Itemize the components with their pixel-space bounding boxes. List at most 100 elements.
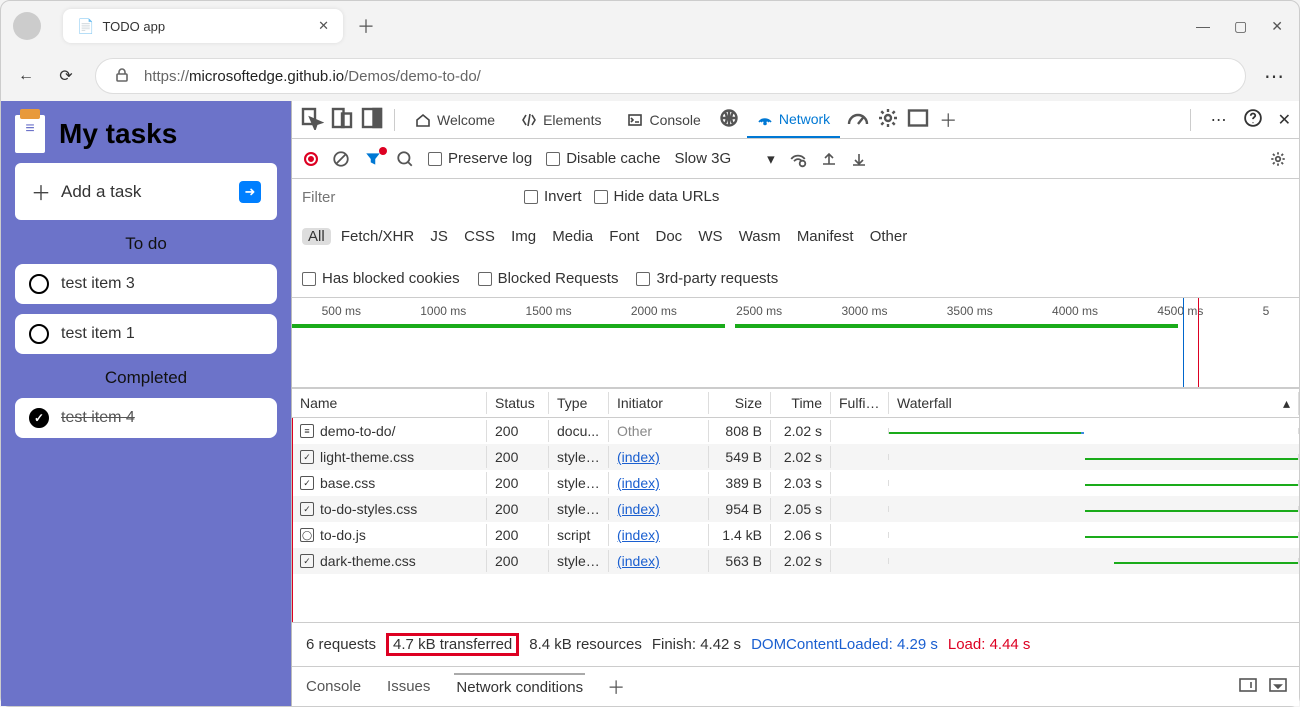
filter-type-fetchxhr[interactable]: Fetch/XHR xyxy=(335,228,420,245)
finish-time: Finish: 4.42 s xyxy=(652,636,741,653)
wifi-settings-icon[interactable] xyxy=(789,150,807,168)
clear-button[interactable] xyxy=(332,150,350,168)
url-text: https://microsoftedge.github.io/Demos/de… xyxy=(144,68,481,85)
file-type-icon: ◯ xyxy=(300,528,314,542)
preserve-log-checkbox[interactable]: Preserve log xyxy=(428,150,532,167)
tab-network[interactable]: Network xyxy=(747,101,840,138)
browser-menu-button[interactable]: ⋯ xyxy=(1264,64,1285,89)
filter-type-css[interactable]: CSS xyxy=(458,228,501,245)
address-bar[interactable]: https://microsoftedge.github.io/Demos/de… xyxy=(95,58,1246,94)
drawer-tab-network-conditions[interactable]: Network conditions xyxy=(454,673,585,700)
submit-task-button[interactable]: ➜ xyxy=(239,181,261,203)
application-gear-icon[interactable] xyxy=(876,106,900,133)
filter-type-img[interactable]: Img xyxy=(505,228,542,245)
close-devtools-icon[interactable]: ✕ xyxy=(1278,110,1291,130)
filter-type-font[interactable]: Font xyxy=(603,228,645,245)
profile-avatar[interactable] xyxy=(13,12,41,40)
add-task-input[interactable]: ＋ Add a task ➜ xyxy=(15,163,277,220)
grid-header[interactable]: Name Status Type Initiator Size Time Ful… xyxy=(292,388,1299,418)
search-icon[interactable] xyxy=(396,150,414,168)
filter-type-js[interactable]: JS xyxy=(424,228,454,245)
more-tabs-icon[interactable] xyxy=(906,106,930,133)
device-toggle-icon[interactable] xyxy=(330,106,354,133)
add-task-placeholder: Add a task xyxy=(61,182,141,202)
network-summary: 6 requests 4.7 kB transferred 8.4 kB res… xyxy=(292,622,1299,666)
request-row[interactable]: ✓base.css200styles...(index)389 B2.03 s xyxy=(292,470,1299,496)
drawer-tab-issues[interactable]: Issues xyxy=(385,674,432,699)
page-icon: 📄 xyxy=(77,18,94,35)
network-settings-icon[interactable] xyxy=(1269,150,1287,168)
hide-data-urls-checkbox[interactable]: Hide data URLs xyxy=(594,183,720,211)
initiator-link: Other xyxy=(617,423,652,439)
filter-type-doc[interactable]: Doc xyxy=(649,228,688,245)
devtools-menu-button[interactable]: ⋯ xyxy=(1211,110,1228,130)
filter-input[interactable] xyxy=(302,189,512,206)
sources-icon[interactable] xyxy=(717,106,741,133)
close-icon[interactable]: ✕ xyxy=(1271,18,1283,35)
tab-welcome[interactable]: Welcome xyxy=(405,101,505,138)
filter-type-all[interactable]: All xyxy=(302,228,331,245)
drawer-tab-console[interactable]: Console xyxy=(304,674,363,699)
filter-type-media[interactable]: Media xyxy=(546,228,599,245)
todo-section-label: To do xyxy=(15,234,277,254)
drawer-expand-icon[interactable] xyxy=(1239,678,1257,696)
checkbox-checked-icon[interactable] xyxy=(29,408,49,428)
add-tab-icon[interactable]: ＋ xyxy=(936,107,960,133)
download-har-icon[interactable] xyxy=(851,151,867,167)
initiator-link[interactable]: (index) xyxy=(617,475,660,491)
minimize-icon[interactable]: — xyxy=(1196,18,1210,35)
dock-icon[interactable] xyxy=(360,106,384,133)
add-drawer-tab-icon[interactable]: ＋ xyxy=(607,674,625,700)
close-tab-icon[interactable]: ✕ xyxy=(318,18,329,34)
request-row[interactable]: ✓light-theme.css200styles...(index)549 B… xyxy=(292,444,1299,470)
third-party-checkbox[interactable]: 3rd-party requests xyxy=(636,265,778,293)
request-row[interactable]: ✓to-do-styles.css200styles...(index)954 … xyxy=(292,496,1299,522)
disable-cache-checkbox[interactable]: Disable cache xyxy=(546,150,660,167)
network-timeline[interactable]: 500 ms1000 ms1500 ms2000 ms2500 ms3000 m… xyxy=(292,298,1299,388)
window-controls: — ▢ ✕ xyxy=(1196,18,1291,35)
inspect-icon[interactable] xyxy=(300,106,324,133)
file-type-icon: ≡ xyxy=(300,424,314,438)
tab-console[interactable]: Console xyxy=(617,101,710,138)
upload-har-icon[interactable] xyxy=(821,151,837,167)
initiator-link[interactable]: (index) xyxy=(617,527,660,543)
performance-icon[interactable] xyxy=(846,106,870,133)
initiator-link[interactable]: (index) xyxy=(617,501,660,517)
tab-elements[interactable]: Elements xyxy=(511,101,611,138)
invert-checkbox[interactable]: Invert xyxy=(524,183,582,211)
drawer-dock-icon[interactable] xyxy=(1269,678,1287,696)
task-item[interactable]: test item 1 xyxy=(15,314,277,354)
task-item[interactable]: test item 3 xyxy=(15,264,277,304)
completed-section-label: Completed xyxy=(15,368,277,388)
task-item-completed[interactable]: test item 4 xyxy=(15,398,277,438)
filter-type-other[interactable]: Other xyxy=(864,228,914,245)
blocked-cookies-checkbox[interactable]: Has blocked cookies xyxy=(302,265,460,293)
checkbox-icon[interactable] xyxy=(29,274,49,294)
request-row[interactable]: ≡demo-to-do/200docu...Other808 B2.02 s xyxy=(292,418,1299,444)
blocked-requests-checkbox[interactable]: Blocked Requests xyxy=(478,265,619,293)
filter-type-manifest[interactable]: Manifest xyxy=(791,228,860,245)
browser-titlebar: 📄 TODO app ✕ ＋ — ▢ ✕ xyxy=(1,1,1299,51)
new-tab-button[interactable]: ＋ xyxy=(357,13,375,39)
record-button[interactable] xyxy=(304,152,318,166)
network-toolbar: Preserve log Disable cache Slow 3G▾ xyxy=(292,139,1299,179)
throttling-dropdown[interactable]: Slow 3G▾ xyxy=(674,150,774,168)
filter-type-wasm[interactable]: Wasm xyxy=(733,228,787,245)
refresh-button[interactable]: ⟳ xyxy=(55,66,77,86)
file-type-icon: ✓ xyxy=(300,554,314,568)
lock-icon[interactable] xyxy=(114,67,130,86)
task-label: test item 3 xyxy=(61,275,135,293)
filter-type-ws[interactable]: WS xyxy=(692,228,728,245)
app-title: My tasks xyxy=(59,118,177,150)
todo-app-pane: My tasks ＋ Add a task ➜ To do test item … xyxy=(1,101,291,706)
initiator-link[interactable]: (index) xyxy=(617,449,660,465)
request-row[interactable]: ✓dark-theme.css200styles...(index)563 B2… xyxy=(292,548,1299,574)
initiator-link[interactable]: (index) xyxy=(617,553,660,569)
help-icon[interactable] xyxy=(1244,109,1262,130)
browser-tab[interactable]: 📄 TODO app ✕ xyxy=(63,9,343,43)
maximize-icon[interactable]: ▢ xyxy=(1234,18,1247,35)
filter-toggle-icon[interactable] xyxy=(364,150,382,168)
checkbox-icon[interactable] xyxy=(29,324,49,344)
back-button[interactable]: ← xyxy=(15,67,37,85)
request-row[interactable]: ◯to-do.js200script(index)1.4 kB2.06 s xyxy=(292,522,1299,548)
